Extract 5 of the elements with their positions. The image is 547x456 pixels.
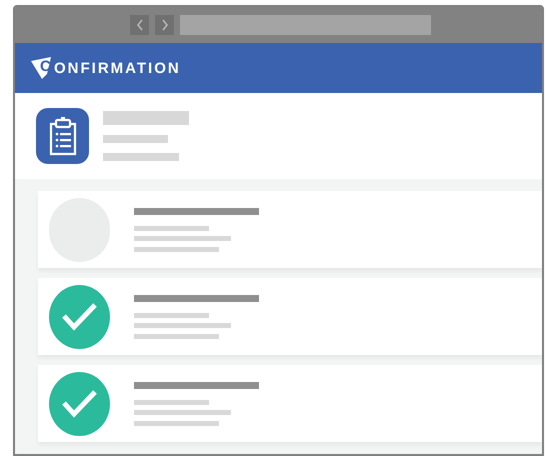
forward-button[interactable]: [155, 15, 174, 35]
brand-name: ONFIRMATION: [54, 60, 181, 76]
chevron-left-icon: [136, 19, 144, 31]
back-button[interactable]: [130, 15, 149, 35]
chevron-right-icon: [160, 19, 168, 31]
